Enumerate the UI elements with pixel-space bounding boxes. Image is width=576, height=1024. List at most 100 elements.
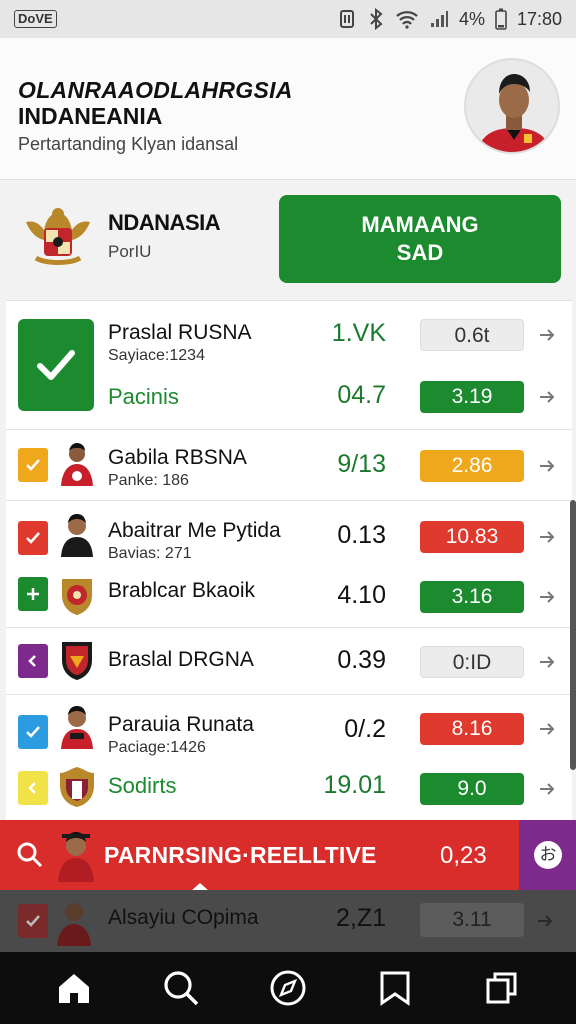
odds-pill[interactable]: 3.19 xyxy=(420,381,524,413)
nfc-icon xyxy=(337,9,357,29)
search-icon[interactable] xyxy=(159,966,203,1010)
item-subtitle: Bavias: 271 xyxy=(108,545,192,562)
compass-icon[interactable] xyxy=(266,966,310,1010)
item-name: Alsayiu COpima xyxy=(108,906,259,929)
search-bar[interactable]: PARNRSING·REELLTIVE 0,23 お xyxy=(0,820,576,890)
item-subtitle: Panke: 186 xyxy=(108,472,189,489)
arrow-right-icon[interactable] xyxy=(538,457,556,475)
primary-action-button[interactable]: MAMAANG SAD xyxy=(279,195,561,283)
arrow-right-icon[interactable] xyxy=(538,326,556,344)
page-title-line2: INDANEANIA xyxy=(18,103,163,129)
arrow-right-icon[interactable] xyxy=(538,720,556,738)
tabs-icon[interactable] xyxy=(480,966,524,1010)
bottom-nav xyxy=(0,952,576,1024)
list-item[interactable]: Brablcar Bkaoik 4.10 3.16 xyxy=(6,565,572,627)
item-name: Sodirts xyxy=(108,773,177,798)
status-bar: DoVE 4% 17:80 xyxy=(0,0,576,38)
list-group[interactable]: Gabila RBSNA Panke: 186 9/13 2.86 xyxy=(6,429,572,499)
scrollbar-thumb[interactable] xyxy=(570,500,576,770)
item-value: 04.7 xyxy=(337,381,386,409)
list-group[interactable]: Braslal DRGNA 0.39 0:ID xyxy=(6,627,572,693)
page-header: OLANRAAODLAHRGSIA INDANEANIA Pertartandi… xyxy=(0,38,576,180)
arrow-right-icon[interactable] xyxy=(538,388,556,406)
arrow-right-icon[interactable] xyxy=(536,912,554,930)
search-icon[interactable] xyxy=(16,841,44,869)
check-badge-icon xyxy=(18,448,48,482)
battery-icon xyxy=(495,8,507,30)
arrow-right-icon[interactable] xyxy=(538,780,556,798)
chevron-left-badge-icon xyxy=(18,771,48,805)
item-value: 0.13 xyxy=(337,521,386,549)
page-subtitle: Pertartanding Klyan idansal xyxy=(18,134,239,154)
player-avatar xyxy=(61,443,93,486)
player-avatar xyxy=(57,903,91,946)
search-value: 0,23 xyxy=(440,842,487,869)
item-value: 9/13 xyxy=(337,450,386,478)
page-title: OLANRAAODLAHRGSIA xyxy=(18,77,293,103)
item-value: 0/.2 xyxy=(344,715,386,743)
clock: 17:80 xyxy=(516,8,562,29)
garuda-emblem-icon xyxy=(22,200,94,272)
team-section: NDANASIA PorIU MAMAANG SAD xyxy=(0,180,576,298)
odds-pill[interactable]: 0.6t xyxy=(420,319,524,351)
item-value: 4.10 xyxy=(337,581,386,609)
check-badge-icon xyxy=(18,904,48,938)
cta-label-line1: MAMAANG xyxy=(361,212,479,237)
list-group[interactable]: Parauia Runata Paciage:1426 0/.2 8.16 So… xyxy=(6,694,572,820)
club-crest-icon xyxy=(62,579,92,615)
item-name: Brablcar Bkaoik xyxy=(108,579,256,602)
check-badge-icon xyxy=(18,521,48,555)
item-value: 0.39 xyxy=(337,646,386,674)
list-group[interactable]: Praslal RUSNA Sayiace:1234 1.VK 0.6t Pac… xyxy=(6,300,572,428)
club-crest-icon xyxy=(62,642,92,680)
team-subtitle: PorIU xyxy=(108,242,152,261)
arrow-right-icon[interactable] xyxy=(538,653,556,671)
odds-pill[interactable]: 0:ID xyxy=(420,646,524,678)
dimmed-list-item[interactable]: Alsayiu COpima 2,Z1 3.11 xyxy=(0,890,576,952)
profile-avatar[interactable] xyxy=(464,58,560,154)
bluetooth-icon xyxy=(367,8,385,30)
item-value: 19.01 xyxy=(323,771,386,799)
signal-icon xyxy=(429,9,449,29)
side-action-icon: お xyxy=(534,841,562,869)
item-name: Abaitrar Me Pytida xyxy=(108,519,281,542)
odds-pill[interactable]: 3.11 xyxy=(420,903,524,937)
arrow-right-icon[interactable] xyxy=(538,528,556,546)
odds-pill[interactable]: 8.16 xyxy=(420,713,524,745)
odds-pill[interactable]: 10.83 xyxy=(420,521,524,553)
list-item[interactable]: Praslal RUSNA Sayiace:1234 1.VK 0.6t xyxy=(6,301,572,365)
arrow-right-icon[interactable] xyxy=(538,588,556,606)
list-item[interactable]: Braslal DRGNA 0.39 0:ID xyxy=(6,628,572,694)
list-item[interactable]: Pacinis 04.7 3.19 xyxy=(6,365,572,429)
player-avatar xyxy=(61,514,93,557)
odds-pill[interactable]: 2.86 xyxy=(420,450,524,482)
check-badge-icon xyxy=(18,715,48,749)
item-name: Gabila RBSNA xyxy=(108,446,247,469)
odds-pill[interactable]: 9.0 xyxy=(420,773,524,805)
club-crest-icon xyxy=(60,767,94,807)
cta-label-line2: SAD xyxy=(396,240,444,265)
item-value: 2,Z1 xyxy=(336,904,387,932)
bookmark-icon[interactable] xyxy=(373,966,417,1010)
carrier-label: DoVE xyxy=(14,10,57,28)
list-group[interactable]: Abaitrar Me Pytida Bavias: 271 0.13 10.8… xyxy=(6,500,572,626)
battery-level: 4% xyxy=(458,8,485,29)
list-item[interactable]: Abaitrar Me Pytida Bavias: 271 0.13 10.8… xyxy=(6,501,572,565)
item-subtitle: Paciage:1426 xyxy=(108,739,206,756)
wifi-icon xyxy=(395,9,419,29)
item-subtitle: Sayiace:1234 xyxy=(108,347,205,364)
plus-badge-icon xyxy=(18,577,48,611)
side-action-button[interactable]: お xyxy=(519,820,576,890)
chevron-left-badge-icon xyxy=(18,644,48,678)
odds-pill[interactable]: 3.16 xyxy=(420,581,524,613)
item-name: Pacinis xyxy=(108,384,179,409)
item-name: Parauia Runata xyxy=(108,713,254,736)
home-icon[interactable] xyxy=(52,966,96,1010)
item-value: 1.VK xyxy=(331,319,386,347)
list-item[interactable]: Parauia Runata Paciage:1426 0/.2 8.16 xyxy=(6,695,572,759)
list-item[interactable]: Gabila RBSNA Panke: 186 9/13 2.86 xyxy=(6,430,572,500)
item-name: Praslal RUSNA xyxy=(108,321,252,344)
player-avatar xyxy=(61,706,93,749)
list-item[interactable]: Sodirts 19.01 9.0 xyxy=(6,759,572,821)
team-name: NDANASIA xyxy=(108,210,221,235)
